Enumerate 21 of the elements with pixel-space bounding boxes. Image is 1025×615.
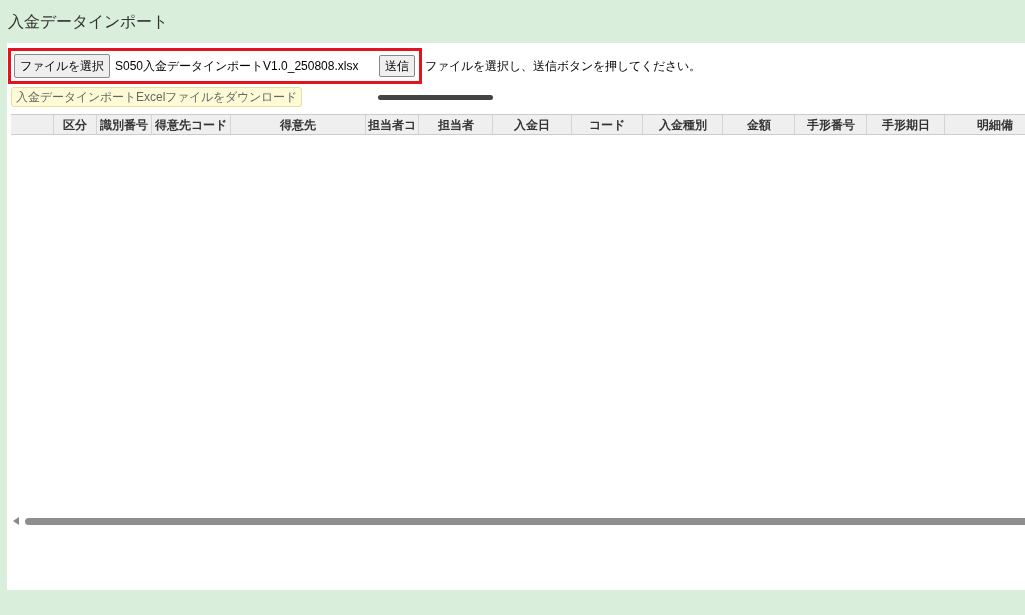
scroll-left-icon[interactable] <box>13 517 19 525</box>
column-header: 手形番号 <box>795 115 867 134</box>
download-link[interactable]: 入金データインポートExcelファイルをダウンロード <box>11 87 303 107</box>
column-header: 入金日 <box>493 115 572 134</box>
column-header: 担当者コ <box>366 115 419 134</box>
column-header: 明細備 <box>945 115 1025 134</box>
horizontal-scrollbar[interactable] <box>25 517 1025 525</box>
column-header: 金額 <box>723 115 795 134</box>
column-header: 得意先 <box>231 115 366 134</box>
choose-file-button[interactable]: ファイルを選択 <box>14 54 110 78</box>
send-button[interactable]: 送信 <box>379 55 415 77</box>
column-header: 入金種別 <box>643 115 723 134</box>
column-header: 手形期日 <box>867 115 945 134</box>
column-header: 担当者 <box>419 115 493 134</box>
column-header: 得意先コード <box>152 115 231 134</box>
column-header: 識別番号 <box>97 115 152 134</box>
page-title: 入金データインポート <box>8 11 168 32</box>
column-header: コード <box>572 115 643 134</box>
column-header: 区分 <box>54 115 97 134</box>
instruction-text: ファイルを選択し、送信ボタンを押してください。 <box>425 58 701 75</box>
file-name: S050入金データインポートV1.0_250808.xlsx <box>115 58 360 75</box>
